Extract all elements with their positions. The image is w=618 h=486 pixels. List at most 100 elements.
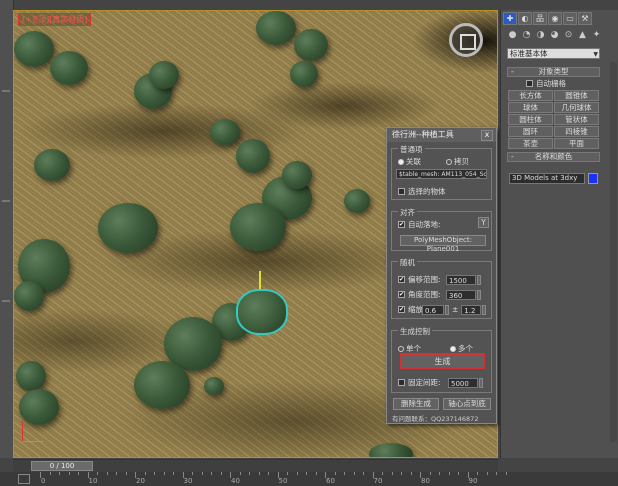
scale-max-input[interactable]: 1.2: [461, 304, 482, 315]
cone-button[interactable]: 圆锥体: [554, 90, 599, 101]
radio-icon[interactable]: [450, 345, 456, 352]
shapes-icon[interactable]: ◔: [521, 30, 532, 41]
angle-input[interactable]: 360: [446, 289, 476, 300]
modify-tab-icon[interactable]: ◐: [518, 12, 532, 25]
ruler-minor-tick: [78, 472, 79, 475]
track-bar-icon[interactable]: [18, 474, 30, 484]
ruler-minor-tick: [49, 472, 51, 475]
motion-tab-icon[interactable]: ◉: [548, 12, 562, 25]
utilities-tab-icon[interactable]: ⚒: [578, 12, 592, 25]
checkbox-icon[interactable]: ✔: [398, 221, 405, 228]
object-name-input[interactable]: 3D Models at 3dxy: [509, 173, 585, 184]
panel-title[interactable]: 徐行洲--种植工具: [387, 128, 496, 142]
ruler-minor-tick: [334, 472, 336, 475]
checkbox-icon[interactable]: ✔: [398, 276, 405, 283]
radio-copy[interactable]: 拷贝: [446, 156, 469, 167]
systems-icon[interactable]: ✦: [591, 30, 602, 41]
radio-icon[interactable]: [446, 158, 452, 165]
object-type-rollout[interactable]: - 对象类型: [507, 67, 600, 77]
radio-label: 拷贝: [454, 157, 469, 166]
checkbox-icon[interactable]: [526, 80, 533, 87]
tree: [204, 377, 224, 395]
tree: [282, 161, 312, 189]
radio-instance[interactable]: 关联: [398, 156, 421, 167]
torus-button[interactable]: 圆环: [508, 126, 553, 137]
create-tab-icon[interactable]: ✚: [503, 12, 517, 25]
ruler-minor-tick: [239, 472, 241, 475]
viewcube-icon[interactable]: [449, 23, 483, 57]
selected-tree[interactable]: [236, 289, 288, 335]
tree: [230, 203, 286, 251]
display-tab-icon[interactable]: ▭: [563, 12, 577, 25]
helpers-icon[interactable]: ⊙: [563, 30, 574, 41]
collapse-icon: -: [511, 67, 514, 76]
fixed-spacing-row[interactable]: 固定间距: 5000: [398, 377, 483, 388]
tube-button[interactable]: 管状体: [554, 114, 599, 125]
ruler-minor-tick: [496, 472, 497, 475]
track-bar[interactable]: 0 10 20 30 40 50 60 70 80 90: [0, 472, 618, 486]
checkbox-icon[interactable]: ✔: [398, 306, 405, 313]
generate-button[interactable]: 生成: [400, 353, 485, 369]
offset-range-row[interactable]: ✔ 偏移范围: 1500: [398, 274, 481, 285]
cameras-icon[interactable]: ◕: [549, 30, 560, 41]
auto-grid-check[interactable]: 自动栅格: [526, 78, 566, 89]
checkbox-icon[interactable]: [398, 379, 405, 386]
tree: [34, 149, 70, 181]
viewport-label[interactable]: [+][顶][真实材质]: [18, 13, 92, 26]
pyramid-button[interactable]: 四棱锥: [554, 126, 599, 137]
hierarchy-tab-icon[interactable]: 品: [533, 12, 547, 25]
spinner-icon[interactable]: [477, 274, 481, 285]
group-label: 随机: [398, 257, 417, 268]
name-color-rollout[interactable]: - 名称和颜色: [507, 152, 600, 162]
scale-separator: ±: [452, 305, 459, 314]
tree: [98, 203, 158, 253]
tree: [14, 31, 54, 67]
pick-object-button[interactable]: PolyMeshObject: Plane001: [400, 235, 486, 253]
box-button[interactable]: 长方体: [508, 90, 553, 101]
tree: [16, 361, 46, 391]
mesh-field[interactable]: $table_mesh: AM113_054_Sorbu: [396, 169, 487, 179]
delete-generated-button[interactable]: 删除生成: [393, 398, 439, 410]
ruler-label: 70: [373, 477, 383, 485]
lights-icon[interactable]: ◑: [535, 30, 546, 41]
spinner-icon[interactable]: [482, 304, 487, 315]
offset-input[interactable]: 1500: [446, 274, 476, 285]
ruler-label: 60: [326, 477, 335, 485]
auto-ground-check[interactable]: ✔ 自动落地:: [398, 219, 441, 230]
geosphere-button[interactable]: 几何球体: [554, 102, 599, 113]
checkbox-icon[interactable]: ✔: [398, 291, 405, 298]
axis-y-button[interactable]: Y: [478, 217, 489, 228]
time-slider[interactable]: 0 / 100: [31, 461, 93, 471]
plane-button[interactable]: 平面: [554, 138, 599, 149]
radio-icon[interactable]: [398, 345, 404, 352]
select-objects-check[interactable]: 选择的物体: [398, 186, 446, 197]
spinner-icon[interactable]: [445, 304, 449, 315]
spacing-input[interactable]: 5000: [448, 377, 478, 388]
command-panel-scrollbar[interactable]: [610, 62, 617, 442]
object-color-swatch[interactable]: [588, 173, 598, 184]
category-dropdown[interactable]: 标准基本体 ▼: [507, 48, 600, 59]
pivot-to-bottom-button[interactable]: 轴心点到底: [443, 398, 491, 410]
planting-tool-panel[interactable]: 徐行洲--种植工具 x 普通项 关联 拷贝 $table_mesh: AM113…: [386, 127, 497, 424]
tree: [210, 119, 240, 145]
sphere-button[interactable]: 球体: [508, 102, 553, 113]
geometry-icon[interactable]: ●: [507, 30, 518, 41]
angle-range-row[interactable]: ✔ 角度范围: 360: [398, 289, 481, 300]
check-label: 自动栅格: [536, 79, 566, 88]
radio-icon[interactable]: [398, 158, 404, 165]
ruler-minor-tick: [296, 472, 298, 475]
tree: [14, 281, 44, 311]
teapot-button[interactable]: 茶壶: [508, 138, 553, 149]
scale-row[interactable]: ✔ 缩放 0.6 ± 1.2: [398, 304, 487, 315]
ruler-label: 40: [231, 477, 240, 485]
checkbox-icon[interactable]: [398, 188, 405, 195]
ruler-minor-tick: [192, 472, 193, 475]
spacewarps-icon[interactable]: ▲: [577, 30, 588, 41]
group-label: 普通项: [398, 144, 425, 155]
close-button[interactable]: x: [481, 130, 493, 141]
spinner-icon[interactable]: [479, 377, 483, 388]
cylinder-button[interactable]: 圆柱体: [508, 114, 553, 125]
scale-min-input[interactable]: 0.6: [422, 304, 444, 315]
ruler-minor-tick: [363, 472, 364, 475]
spinner-icon[interactable]: [477, 289, 481, 300]
